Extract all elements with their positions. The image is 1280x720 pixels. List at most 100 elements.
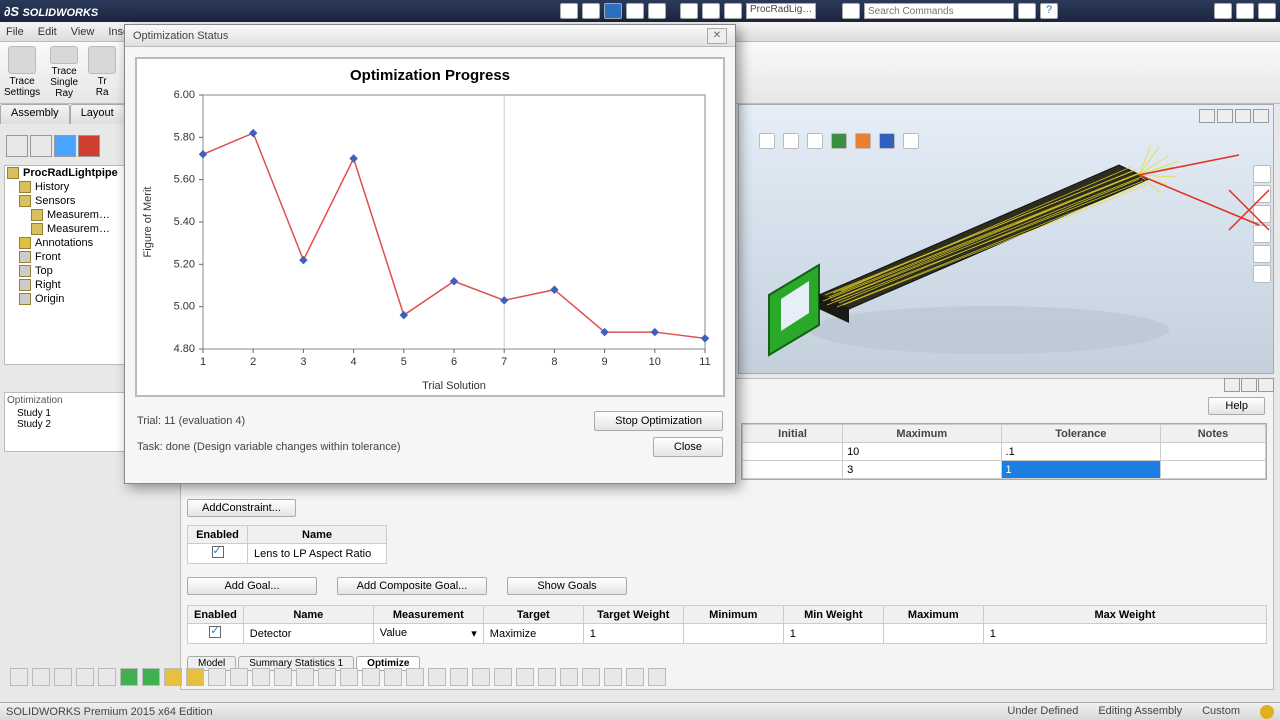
- show-goals-button[interactable]: Show Goals: [507, 577, 627, 595]
- status-unread-icon[interactable]: [1260, 705, 1274, 719]
- stop-optimization-button[interactable]: Stop Optimization: [594, 411, 723, 431]
- tab-assembly[interactable]: Assembly: [0, 104, 70, 124]
- tree-annotations[interactable]: Annotations: [5, 236, 133, 250]
- bi-4-icon[interactable]: [76, 668, 94, 686]
- window-close-icon[interactable]: [1258, 3, 1276, 19]
- fm-tab-config-icon[interactable]: [54, 135, 76, 157]
- undo-icon[interactable]: [648, 3, 666, 19]
- bi-17-icon[interactable]: [362, 668, 380, 686]
- bi-30-icon[interactable]: [648, 668, 666, 686]
- constraint-table[interactable]: EnabledName Lens to LP Aspect Ratio: [187, 525, 387, 564]
- add-composite-goal-button[interactable]: Add Composite Goal...: [337, 577, 487, 595]
- bi-16-icon[interactable]: [340, 668, 358, 686]
- panel-close-icon[interactable]: [1258, 378, 1274, 392]
- tree-root[interactable]: ProcRadLightpipe: [5, 166, 133, 180]
- bi-8-icon[interactable]: [164, 668, 182, 686]
- table-row[interactable]: 10 .1: [743, 443, 1266, 461]
- bi-19-icon[interactable]: [406, 668, 424, 686]
- window-restore-icon[interactable]: [1236, 3, 1254, 19]
- search-go-icon[interactable]: [1018, 3, 1036, 19]
- bi-10-icon[interactable]: [208, 668, 226, 686]
- bi-2-icon[interactable]: [32, 668, 50, 686]
- variable-grid[interactable]: Initial Maximum Tolerance Notes 10 .1 3 …: [741, 423, 1267, 480]
- status-units[interactable]: Custom: [1202, 705, 1240, 719]
- fm-tab-display-icon[interactable]: [78, 135, 100, 157]
- menu-view[interactable]: View: [71, 26, 95, 38]
- goal-table[interactable]: Enabled Name Measurement Target Target W…: [187, 605, 1267, 644]
- menu-file[interactable]: File: [6, 26, 24, 38]
- save-icon[interactable]: [604, 3, 622, 19]
- bi-6-icon[interactable]: [120, 668, 138, 686]
- bi-26-icon[interactable]: [560, 668, 578, 686]
- tree-origin[interactable]: Origin: [5, 292, 133, 306]
- bi-13-icon[interactable]: [274, 668, 292, 686]
- bi-23-icon[interactable]: [494, 668, 512, 686]
- graphics-viewport[interactable]: [738, 104, 1274, 374]
- bi-20-icon[interactable]: [428, 668, 446, 686]
- col-tolerance: Tolerance: [1001, 425, 1161, 443]
- trace-single-ray-icon: [50, 46, 78, 64]
- help-button[interactable]: Help: [1208, 397, 1265, 415]
- doc-options-icon[interactable]: [724, 3, 742, 19]
- svg-text:Figure of Merit: Figure of Merit: [142, 187, 154, 258]
- bi-9-icon[interactable]: [186, 668, 204, 686]
- panel-min-icon[interactable]: [1224, 378, 1240, 392]
- dropdown-arrow-icon[interactable]: ▾: [471, 627, 477, 640]
- open-icon[interactable]: [582, 3, 600, 19]
- dialog-close-icon[interactable]: ✕: [707, 28, 727, 44]
- add-goal-button[interactable]: Add Goal...: [187, 577, 317, 595]
- tree-measurement-1[interactable]: Measurem…: [5, 208, 133, 222]
- document-tab[interactable]: ProcRadLig…: [746, 3, 816, 19]
- tab-layout[interactable]: Layout: [70, 104, 125, 124]
- options-icon[interactable]: [702, 3, 720, 19]
- bi-11-icon[interactable]: [230, 668, 248, 686]
- bi-25-icon[interactable]: [538, 668, 556, 686]
- help-icon[interactable]: ?: [1040, 3, 1058, 19]
- bi-12-icon[interactable]: [252, 668, 270, 686]
- bi-21-icon[interactable]: [450, 668, 468, 686]
- bi-24-icon[interactable]: [516, 668, 534, 686]
- bi-7-icon[interactable]: [142, 668, 160, 686]
- tree-top[interactable]: Top: [5, 264, 133, 278]
- fm-tab-property-icon[interactable]: [30, 135, 52, 157]
- trial-label: Trial: 11 (evaluation 4): [137, 415, 245, 427]
- tree-right[interactable]: Right: [5, 278, 133, 292]
- table-row[interactable]: Lens to LP Aspect Ratio: [188, 544, 387, 564]
- bi-22-icon[interactable]: [472, 668, 490, 686]
- enabled-checkbox[interactable]: [212, 546, 224, 558]
- bi-29-icon[interactable]: [626, 668, 644, 686]
- bi-28-icon[interactable]: [604, 668, 622, 686]
- close-button[interactable]: Close: [653, 437, 723, 457]
- new-doc-icon[interactable]: [560, 3, 578, 19]
- table-row[interactable]: Detector Value ▾ Maximize 1 1 1: [188, 624, 1267, 644]
- search-input[interactable]: [864, 3, 1014, 19]
- ribbon-trace-settings[interactable]: Trace Settings: [4, 46, 40, 99]
- ribbon-trace-rays[interactable]: Tr Ra: [88, 46, 116, 99]
- bi-15-icon[interactable]: [318, 668, 336, 686]
- enabled-checkbox[interactable]: [209, 626, 221, 638]
- bi-27-icon[interactable]: [582, 668, 600, 686]
- bi-14-icon[interactable]: [296, 668, 314, 686]
- ribbon-trace-single-ray[interactable]: Trace Single Ray: [50, 46, 78, 99]
- feature-tree[interactable]: ProcRadLightpipe History Sensors Measure…: [4, 165, 134, 365]
- window-minimize-icon[interactable]: [1214, 3, 1232, 19]
- tree-measurement-2[interactable]: Measurem…: [5, 222, 133, 236]
- menu-edit[interactable]: Edit: [38, 26, 57, 38]
- add-constraint-button[interactable]: AddConstraint...: [187, 499, 296, 517]
- tree-sensors[interactable]: Sensors: [5, 194, 133, 208]
- print-icon[interactable]: [626, 3, 644, 19]
- dialog-titlebar[interactable]: Optimization Status ✕: [125, 25, 735, 47]
- rebuild-icon[interactable]: [680, 3, 698, 19]
- bi-3-icon[interactable]: [54, 668, 72, 686]
- tree-history[interactable]: History: [5, 180, 133, 194]
- tree-front[interactable]: Front: [5, 250, 133, 264]
- bi-1-icon[interactable]: [10, 668, 28, 686]
- bi-18-icon[interactable]: [384, 668, 402, 686]
- search-scope-icon[interactable]: [842, 3, 860, 19]
- bi-5-icon[interactable]: [98, 668, 116, 686]
- panel-restore-icon[interactable]: [1241, 378, 1257, 392]
- table-row[interactable]: 3 1: [743, 461, 1266, 479]
- svg-text:5: 5: [401, 356, 407, 368]
- origin-icon: [19, 293, 31, 305]
- fm-tab-tree-icon[interactable]: [6, 135, 28, 157]
